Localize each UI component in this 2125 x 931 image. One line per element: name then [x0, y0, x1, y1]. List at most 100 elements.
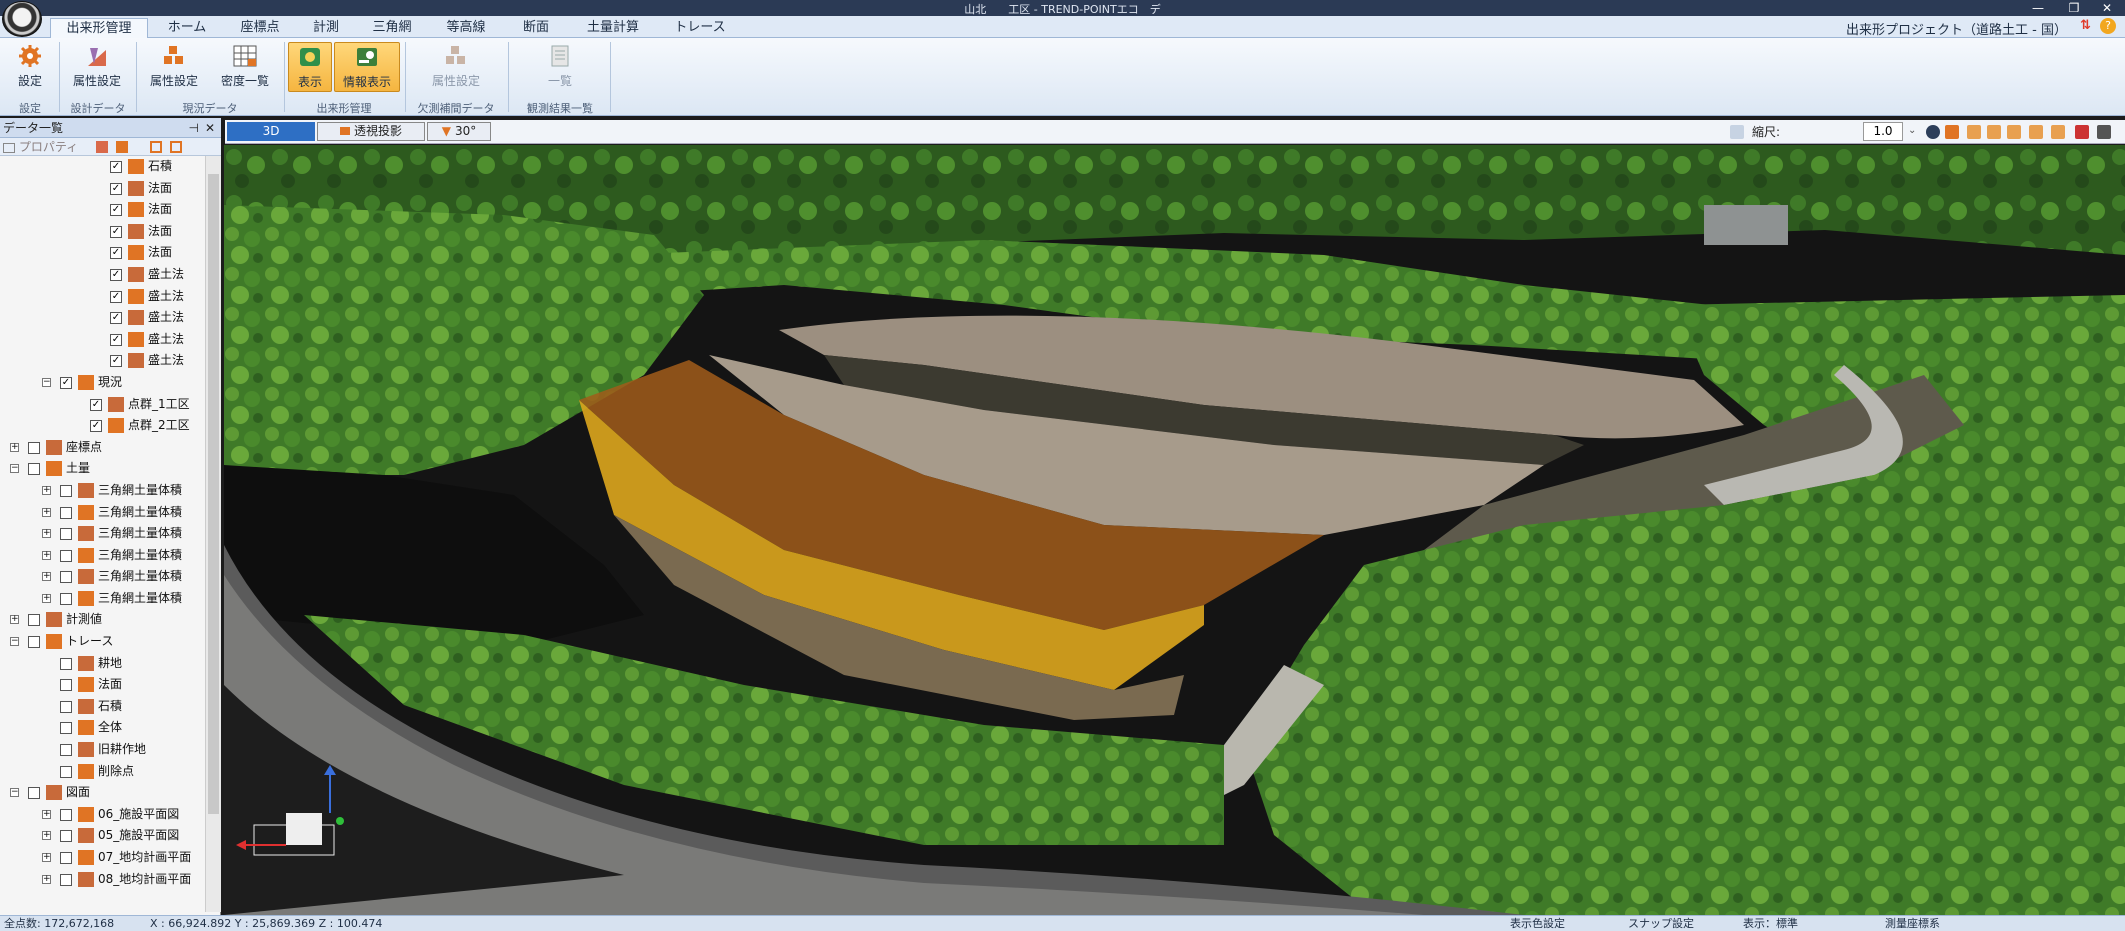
tree-expand-toggle[interactable]: +	[10, 615, 19, 625]
close-button[interactable]: ✕	[2089, 0, 2125, 16]
tab-earthwork[interactable]: 土量計算	[568, 18, 658, 38]
sort-arrows-icon[interactable]: ⇅	[2080, 18, 2094, 34]
tree-item[interactable]: ✓ 法面	[0, 221, 205, 243]
properties-icon[interactable]	[3, 142, 15, 153]
tree-expand-toggle[interactable]: +	[42, 485, 51, 495]
view-angle-button[interactable]: ▼ 30°	[427, 122, 491, 141]
tab-home[interactable]: ホーム	[152, 18, 222, 38]
view-back-icon[interactable]	[1967, 125, 1981, 139]
tree-item[interactable]: ✓ 法面	[0, 242, 205, 264]
tree-checkbox[interactable]	[60, 484, 72, 497]
tree-checkbox[interactable]: ✓	[110, 333, 122, 346]
tree-item[interactable]: ✓ 点群_2工区	[0, 415, 205, 437]
tree-checkbox[interactable]	[60, 873, 72, 886]
settings-button[interactable]: 設定	[4, 42, 56, 92]
tree-expand-toggle[interactable]: −	[10, 788, 19, 798]
display-mode[interactable]: 表示：標準	[1743, 916, 1798, 931]
tree-item[interactable]: ✓ 法面	[0, 178, 205, 200]
scrollbar-thumb[interactable]	[208, 174, 219, 814]
tree-checkbox[interactable]	[60, 852, 72, 864]
tree-item[interactable]: − 土量	[0, 458, 205, 480]
tree-item[interactable]: ✓ 盛土法	[0, 329, 205, 351]
tree-expand-toggle[interactable]: +	[42, 853, 51, 862]
tree-checkbox[interactable]: ✓	[110, 355, 122, 368]
survey-attribute-button[interactable]: 属性設定	[140, 42, 208, 92]
tree-expand-toggle[interactable]: +	[42, 809, 51, 819]
info-display-button[interactable]: 情報表示	[334, 42, 400, 92]
view-left-icon[interactable]	[1987, 125, 2001, 139]
tree-item[interactable]: 石積	[0, 696, 205, 718]
orbit-icon[interactable]	[1926, 125, 1940, 139]
design-tool-icon[interactable]	[96, 141, 108, 153]
tree-item[interactable]: ✓ 法面	[0, 199, 205, 221]
maximize-button[interactable]: ❐	[2056, 0, 2092, 16]
collapse-all-icon[interactable]	[170, 141, 182, 153]
tree-checkbox[interactable]	[28, 463, 40, 476]
tree-expand-toggle[interactable]: +	[42, 550, 51, 560]
tree-checkbox[interactable]	[60, 657, 72, 670]
tree-checkbox[interactable]	[60, 744, 72, 757]
view-top-icon[interactable]	[2029, 125, 2043, 139]
pin-icon[interactable]: ⊣	[189, 118, 199, 138]
tree-checkbox[interactable]	[60, 506, 72, 519]
tree-item[interactable]: ✓ 盛土法	[0, 286, 205, 308]
tree-checkbox[interactable]	[60, 571, 72, 584]
tree-checkbox[interactable]: ✓	[60, 376, 72, 389]
tree-expand-toggle[interactable]: −	[42, 377, 51, 387]
tree-expand-toggle[interactable]: +	[10, 442, 19, 452]
tree-item[interactable]: + 三角網土量体積	[0, 480, 205, 502]
tree-expand-toggle[interactable]: +	[42, 874, 51, 884]
tree-expand-toggle[interactable]: −	[10, 637, 19, 647]
tree-checkbox[interactable]	[60, 549, 72, 562]
tree-item[interactable]: + 三角網土量体積	[0, 502, 205, 524]
snap-setting[interactable]: スナップ設定	[1628, 916, 1694, 931]
tree-checkbox[interactable]: ✓	[110, 182, 122, 195]
minimize-button[interactable]: —	[2020, 0, 2056, 16]
tree-checkbox[interactable]	[60, 528, 72, 541]
tree-checkbox[interactable]	[28, 614, 40, 627]
tree-expand-toggle[interactable]: −	[10, 464, 19, 474]
tree-expand-toggle[interactable]: +	[42, 593, 51, 603]
display-color-setting[interactable]: 表示色設定	[1510, 916, 1565, 931]
tab-coordinate-points[interactable]: 座標点	[225, 18, 295, 38]
tab-trace[interactable]: トレース	[660, 18, 740, 38]
tree-scrollbar[interactable]	[205, 156, 221, 912]
tree-item[interactable]: 旧耕作地	[0, 739, 205, 761]
tab-contour[interactable]: 等高線	[428, 18, 504, 38]
point-cloud-viewport[interactable]	[224, 145, 2125, 915]
tree-item[interactable]: +05_施設平面図	[0, 825, 205, 847]
tree-checkbox[interactable]: ✓	[110, 161, 122, 173]
view-front-icon[interactable]	[1945, 125, 1959, 139]
tree-item[interactable]: +08_地均計画平面	[0, 869, 205, 891]
tree-item[interactable]: − 図面	[0, 782, 205, 804]
tree-item[interactable]: ✓ 盛土法	[0, 350, 205, 372]
tree-checkbox[interactable]: ✓	[110, 312, 122, 325]
tree-item[interactable]: ✓ 盛土法	[0, 307, 205, 329]
tree-checkbox[interactable]	[28, 636, 40, 649]
view-bottom-icon[interactable]	[2051, 125, 2065, 139]
tree-item[interactable]: +06_施設平面図	[0, 804, 205, 826]
tree-checkbox[interactable]	[60, 592, 72, 605]
tree-checkbox[interactable]: ✓	[90, 398, 102, 411]
tree-item[interactable]: 耕地	[0, 653, 205, 675]
more-tools-icon[interactable]	[2097, 125, 2111, 139]
result-list-button[interactable]: 一覧	[525, 42, 595, 92]
tree-checkbox[interactable]: ✓	[110, 268, 122, 281]
tree-item[interactable]: + 三角網土量体積	[0, 588, 205, 610]
tree-expand-toggle[interactable]: +	[42, 507, 51, 517]
tree-checkbox[interactable]: ✓	[110, 204, 122, 217]
panel-close-icon[interactable]: ✕	[205, 118, 215, 138]
tree-checkbox[interactable]: ✓	[110, 225, 122, 238]
view-right-icon[interactable]	[2007, 125, 2021, 139]
survey-tool-icon[interactable]	[116, 141, 128, 153]
tree-item[interactable]: − トレース	[0, 631, 205, 653]
display-button[interactable]: 表示	[288, 42, 332, 92]
tree-checkbox[interactable]	[60, 722, 72, 735]
help-icon[interactable]: ?	[2100, 18, 2116, 34]
tree-expand-toggle[interactable]: +	[42, 529, 51, 539]
tree-checkbox[interactable]	[28, 441, 40, 454]
properties-label[interactable]: プロパティ	[19, 140, 78, 154]
tree-checkbox[interactable]	[60, 679, 72, 692]
tree-item[interactable]: +07_地均計画平面	[0, 847, 205, 869]
tab-dekigata[interactable]: 出来形管理	[50, 18, 148, 39]
